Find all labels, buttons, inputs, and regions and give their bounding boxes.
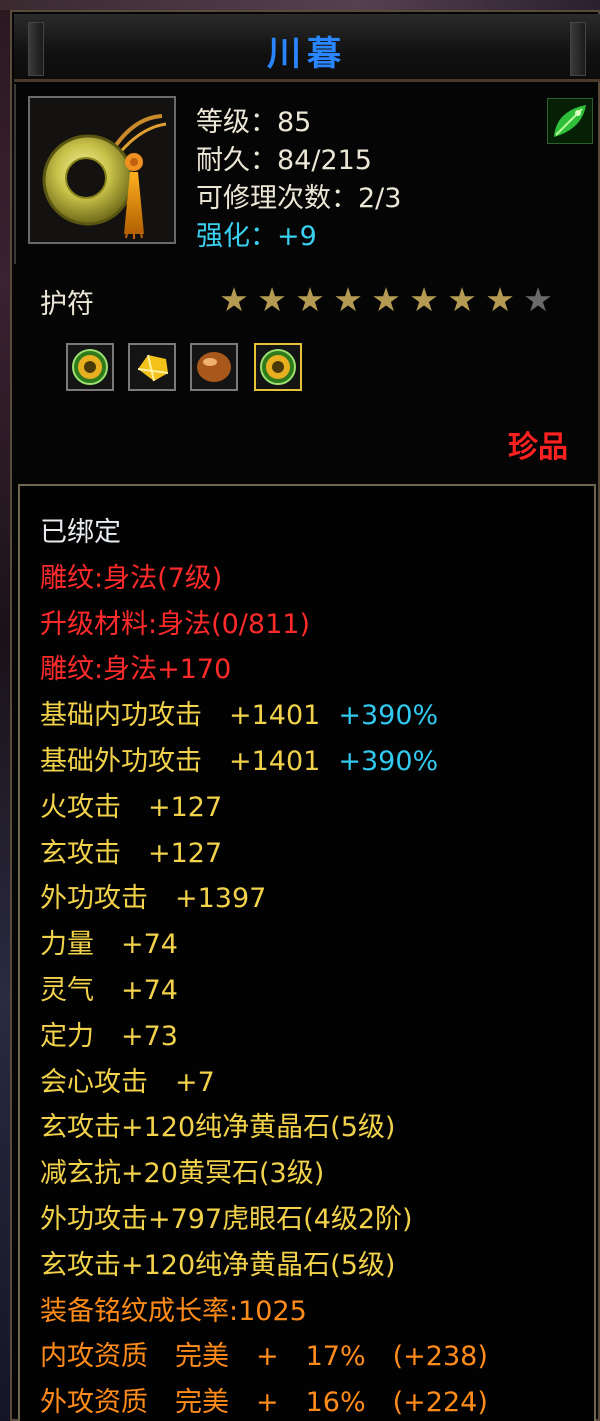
- stat-text: 外功攻击+797虎眼石(4级2阶): [40, 1204, 413, 1235]
- star-icon: ★: [371, 280, 401, 319]
- green-orb-gem-icon: [260, 349, 296, 385]
- background-left-edge: [0, 0, 10, 1421]
- gem-slot-3[interactable]: [190, 343, 238, 391]
- stat-text: 玄攻击+120纯净黄晶石(5级): [40, 1249, 396, 1281]
- stat-text: 灵气 +74: [40, 975, 178, 1006]
- star-icon: ★: [257, 280, 287, 319]
- item-enhance: 强化：+9: [196, 221, 317, 252]
- green-orb-gem-icon: [72, 349, 108, 385]
- stat-line: 玄攻击+120纯净黄晶石(5级): [40, 1105, 395, 1144]
- stat-line: 玄攻击 +127: [40, 831, 222, 870]
- star-icon: ★: [333, 280, 363, 319]
- stat-text: 外攻资质 完美 + 16% (+224): [40, 1387, 488, 1419]
- stat-line: 力量 +74: [40, 922, 178, 961]
- stat-line: 灵气 +74: [40, 968, 178, 1007]
- item-icon-frame[interactable]: [28, 96, 176, 244]
- stat-line: 基础内功攻击 +1401 +390%: [40, 693, 438, 732]
- stat-line: 已绑定: [40, 510, 121, 549]
- stat-line: 外功攻击+797虎眼石(4级2阶): [40, 1197, 413, 1236]
- star-icon: ★: [295, 280, 325, 319]
- stat-text: 定力 +73: [40, 1020, 178, 1052]
- stat-text: 减玄抗+20黄冥石(3级): [40, 1158, 325, 1190]
- jade-ring-pendant-icon: [30, 98, 174, 242]
- stat-text: 玄攻击 +127: [40, 837, 223, 869]
- stat-line: 基础外功攻击 +1401 +390%: [40, 739, 438, 778]
- stat-text: 雕纹:身法(7级): [40, 562, 223, 594]
- stat-percent-bonus: +390%: [338, 700, 439, 732]
- item-durability: 耐久：84/215: [196, 145, 372, 176]
- item-level: 等级：85: [196, 107, 312, 138]
- stat-line: 火攻击 +127: [40, 785, 222, 824]
- stat-text: 内攻资质 完美 + 17% (+238): [40, 1341, 488, 1373]
- star-icon: ★: [523, 280, 553, 319]
- stat-text: 装备铭纹成长率:1025: [40, 1295, 307, 1327]
- gem-slot-1[interactable]: [66, 343, 114, 391]
- title-bar: 川暮: [14, 14, 600, 82]
- item-type: 护符: [40, 289, 94, 320]
- stat-text: 基础外功攻击 +1401: [40, 746, 321, 777]
- stat-text: 已绑定: [40, 517, 121, 548]
- stat-line: 雕纹:身法+170: [40, 647, 231, 686]
- stat-text: 玄攻击+120纯净黄晶石(5级): [40, 1112, 396, 1144]
- stat-text: 火攻击 +127: [40, 791, 223, 823]
- stat-line: 定力 +73: [40, 1014, 178, 1053]
- stat-text: 基础内功攻击 +1401: [40, 700, 321, 732]
- background-top-edge: [0, 0, 600, 10]
- yellow-crystal-gem-icon: [137, 354, 169, 382]
- panel-left-border: [14, 84, 16, 264]
- star-rating: ★ ★ ★ ★ ★ ★ ★ ★ ★: [218, 283, 554, 316]
- stat-line: 外功攻击 +1397: [40, 876, 266, 915]
- stat-line: 玄攻击+120纯净黄晶石(5级): [40, 1243, 395, 1282]
- item-name: 川暮: [267, 34, 347, 74]
- stat-percent-bonus: +390%: [338, 746, 439, 777]
- item-repair-count: 可修理次数：2/3: [196, 183, 402, 214]
- stat-line: 雕纹:身法(7级): [40, 556, 222, 595]
- green-leaf-icon[interactable]: [547, 98, 593, 144]
- star-icon: ★: [485, 280, 515, 319]
- stat-line: 减玄抗+20黄冥石(3级): [40, 1151, 324, 1190]
- stat-line: 外攻资质 完美 + 16% (+224): [40, 1380, 488, 1419]
- stat-line: 会心攻击 +7: [40, 1060, 215, 1099]
- stat-text: 会心攻击 +7: [40, 1066, 215, 1098]
- rarity-label: 珍品: [508, 430, 568, 465]
- stat-text: 力量 +74: [40, 929, 178, 961]
- leaf-glyph: [554, 105, 586, 137]
- stat-line: 装备铭纹成长率:1025: [40, 1289, 307, 1328]
- stat-line: 升级材料:身法(0/811): [40, 602, 310, 641]
- star-icon: ★: [447, 280, 477, 319]
- gem-slot-4[interactable]: [254, 343, 302, 391]
- tiger-eye-gem-icon: [197, 352, 231, 382]
- stat-line: 内攻资质 完美 + 17% (+238): [40, 1334, 488, 1373]
- stat-text: 雕纹:身法+170: [40, 654, 232, 686]
- star-icon: ★: [409, 280, 439, 319]
- star-icon: ★: [219, 280, 249, 319]
- stat-text: 升级材料:身法(0/811): [40, 608, 310, 640]
- stat-text: 外功攻击 +1397: [40, 883, 267, 915]
- gem-slot-2[interactable]: [128, 343, 176, 391]
